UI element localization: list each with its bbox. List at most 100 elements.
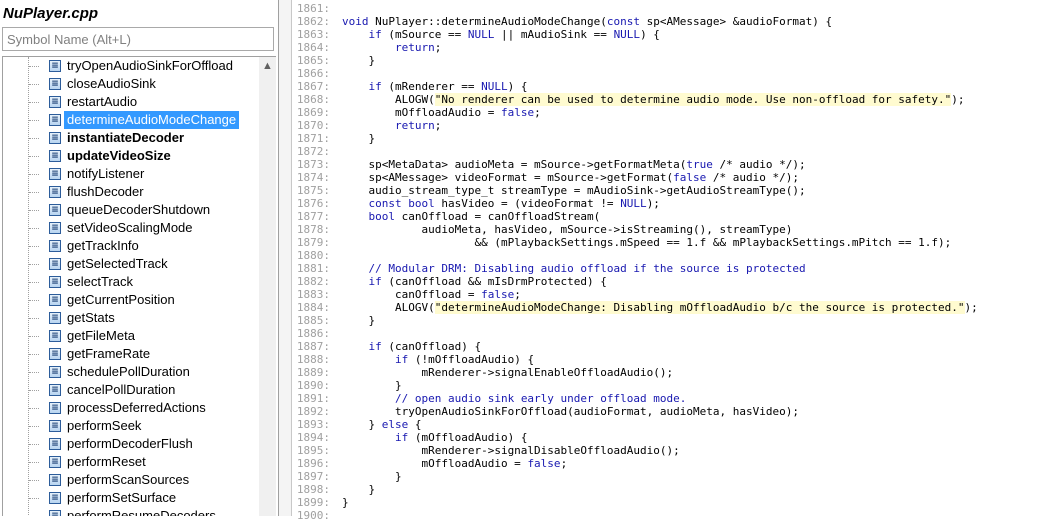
symbol-item[interactable]: ≡ performSeek	[3, 417, 259, 435]
symbol-item[interactable]: ≡ processDeferredActions	[3, 399, 259, 417]
code-text: if (mSource == NULL || mAudioSink == NUL…	[368, 28, 660, 41]
function-icon: ≡	[49, 222, 61, 234]
tree-connector	[29, 300, 39, 301]
function-icon: ≡	[49, 240, 61, 252]
symbol-item[interactable]: ≡ getTrackInfo	[3, 237, 259, 255]
function-icon: ≡	[49, 438, 61, 450]
symbol-item[interactable]: ≡ getSelectedTrack	[3, 255, 259, 273]
symbol-label: performReset	[67, 454, 146, 469]
code-text: } else {	[342, 418, 422, 431]
code-line: 1868: ALOGW("No renderer can be used to …	[292, 93, 978, 106]
tree-connector	[29, 264, 39, 265]
symbol-item[interactable]: ≡ cancelPollDuration	[3, 381, 259, 399]
code-line: 1891: // open audio sink early under off…	[292, 392, 978, 405]
symbol-item[interactable]: ≡ schedulePollDuration	[3, 363, 259, 381]
tree-connector	[29, 282, 39, 283]
code-text: }	[342, 496, 349, 509]
tree-connector	[29, 102, 39, 103]
tree-connector	[29, 228, 39, 229]
file-title: NuPlayer.cpp	[3, 5, 99, 22]
line-number: 1887:	[296, 340, 330, 353]
symbol-item[interactable]: ≡ closeAudioSink	[3, 75, 259, 93]
function-icon: ≡	[49, 204, 61, 216]
code-line: 1864: return;	[292, 41, 978, 54]
symbol-item[interactable]: ≡ performReset	[3, 453, 259, 471]
symbol-item[interactable]: ≡ selectTrack	[3, 273, 259, 291]
line-number: 1885:	[296, 314, 330, 327]
chevron-up-icon[interactable]: ▲	[259, 57, 276, 74]
code-line: 1863: if (mSource == NULL || mAudioSink …	[292, 28, 978, 41]
code-text: if (mOffloadAudio) {	[394, 431, 528, 444]
symbol-item[interactable]: ≡ restartAudio	[3, 93, 259, 111]
symbol-item[interactable]: ≡ instantiateDecoder	[3, 129, 259, 147]
code-text: void NuPlayer::determineAudioModeChange(…	[342, 15, 833, 28]
code-line: 1899:}	[292, 496, 978, 509]
line-number: 1879:	[296, 236, 330, 249]
function-icon: ≡	[49, 78, 61, 90]
code-line: 1898: }	[292, 483, 978, 496]
tree-connector	[29, 84, 39, 85]
editor-area: 1861: 1862: void NuPlayer::determineAudioM…	[279, 0, 1038, 522]
symbol-item[interactable]: ≡ setVideoScalingMode	[3, 219, 259, 237]
symbol-item[interactable]: ≡ updateVideoSize	[3, 147, 259, 165]
symbol-item[interactable]: ≡ getFileMeta	[3, 327, 259, 345]
symbol-item[interactable]: ≡ getStats	[3, 309, 259, 327]
code-line: 1894: if (mOffloadAudio) {	[292, 431, 978, 444]
symbol-list-scrollbar[interactable]: ▲	[259, 57, 276, 516]
symbol-search-input[interactable]	[2, 27, 274, 51]
function-icon: ≡	[49, 474, 61, 486]
line-number: 1880:	[296, 249, 330, 262]
symbol-item[interactable]: ≡ performResumeDecoders	[3, 507, 259, 516]
code-line: 1872:	[292, 145, 978, 158]
code-line: 1885: }	[292, 314, 978, 327]
symbol-label: cancelPollDuration	[67, 382, 176, 397]
symbol-item[interactable]: ≡ getCurrentPosition	[3, 291, 259, 309]
code-text: mOffloadAudio = false;	[342, 106, 541, 119]
line-number: 1883:	[296, 288, 330, 301]
code-text: mOffloadAudio = false;	[342, 457, 568, 470]
symbol-tree: ≡ tryOpenAudioSinkForOffload ≡ closeAudioSi…	[2, 56, 276, 516]
tree-connector	[29, 156, 39, 157]
symbol-item[interactable]: ≡ performDecoderFlush	[3, 435, 259, 453]
symbol-label: notifyListener	[67, 166, 145, 181]
tree-connector	[29, 372, 39, 373]
symbol-label: closeAudioSink	[67, 76, 156, 91]
code-text: sp<AMessage> videoFormat = mSource->getF…	[342, 171, 799, 184]
function-icon: ≡	[49, 366, 61, 378]
code-line: 1890: }	[292, 379, 978, 392]
function-icon: ≡	[49, 510, 61, 516]
line-number: 1862:	[296, 15, 330, 28]
symbol-item[interactable]: ≡ getFrameRate	[3, 345, 259, 363]
symbol-label: getSelectedTrack	[67, 256, 168, 271]
symbol-label: performResumeDecoders	[67, 508, 216, 516]
line-number: 1897:	[296, 470, 330, 483]
code-text: if (mRenderer == NULL) {	[368, 80, 528, 93]
symbol-item[interactable]: ≡ performScanSources	[3, 471, 259, 489]
code-text: }	[342, 314, 376, 327]
tree-connector	[29, 480, 39, 481]
code-line: 1878: audioMeta, hasVideo, mSource->isSt…	[292, 223, 978, 236]
symbol-item[interactable]: ≡ queueDecoderShutdown	[3, 201, 259, 219]
symbol-label: selectTrack	[67, 274, 133, 289]
code-text: // Modular DRM: Disabling audio offload …	[368, 262, 806, 275]
code-editor[interactable]: 1861: 1862: void NuPlayer::determineAudioM…	[292, 0, 1038, 522]
symbol-item[interactable]: ≡ flushDecoder	[3, 183, 259, 201]
line-number: 1889:	[296, 366, 330, 379]
symbol-item[interactable]: ≡ determineAudioModeChange	[3, 111, 259, 129]
function-icon: ≡	[49, 348, 61, 360]
tree-connector	[29, 462, 39, 463]
symbol-item[interactable]: ≡ performSetSurface	[3, 489, 259, 507]
code-line: 1871: }	[292, 132, 978, 145]
line-number: 1864:	[296, 41, 330, 54]
line-number: 1875:	[296, 184, 330, 197]
symbol-item[interactable]: ≡ tryOpenAudioSinkForOffload	[3, 57, 259, 75]
code-line: 1889: mRenderer->signalEnableOffloadAudi…	[292, 366, 978, 379]
symbol-label: updateVideoSize	[67, 148, 171, 163]
code-text: return;	[394, 41, 442, 54]
code-line: 1884: ALOGV("determineAudioModeChange: D…	[292, 301, 978, 314]
line-number: 1867:	[296, 80, 330, 93]
line-number: 1891:	[296, 392, 330, 405]
code-line: 1895: mRenderer->signalDisableOffloadAud…	[292, 444, 978, 457]
symbol-label: queueDecoderShutdown	[67, 202, 211, 217]
symbol-item[interactable]: ≡ notifyListener	[3, 165, 259, 183]
